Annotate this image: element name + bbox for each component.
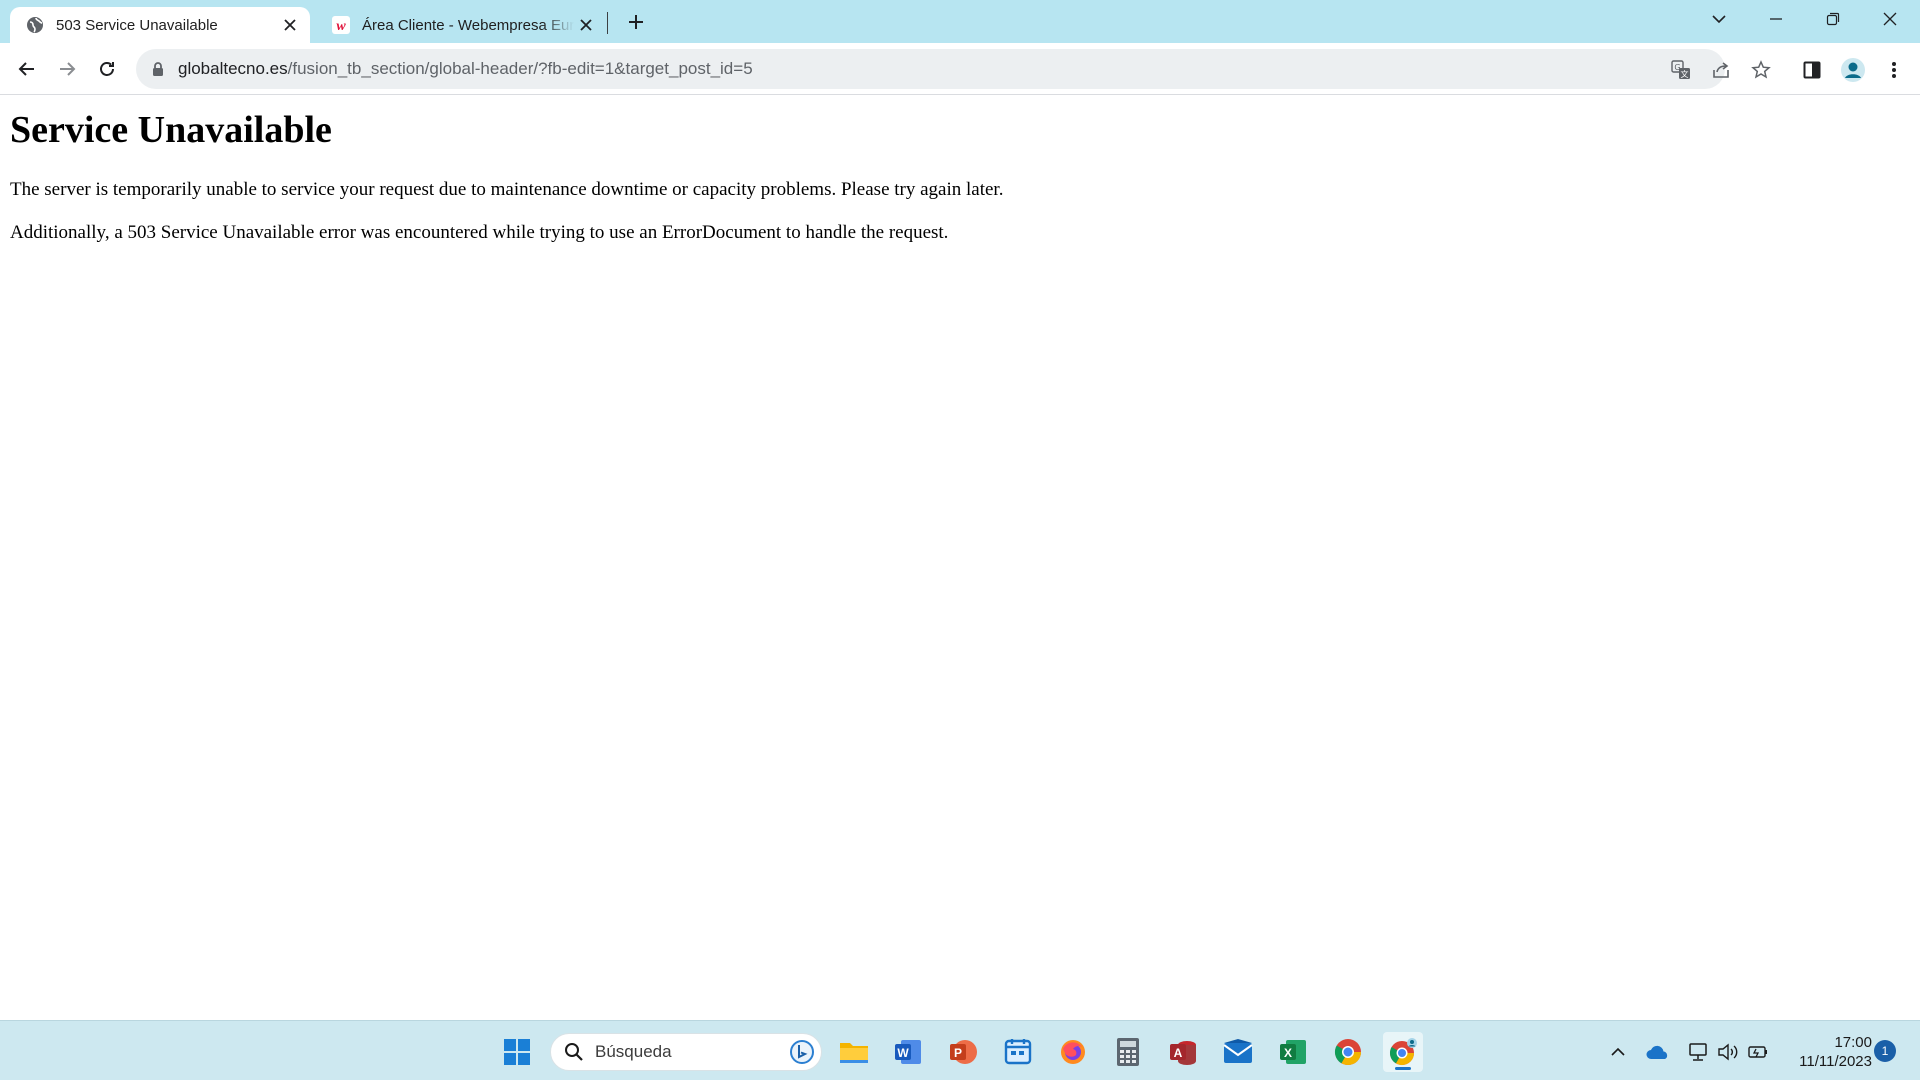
address-bar[interactable]: globaltecno.es/fusion_tb_section/global-… xyxy=(136,49,1771,89)
clock-time: 17:00 xyxy=(1834,1034,1872,1051)
tab-503-service-unavailable[interactable]: 503 Service Unavailable xyxy=(10,7,310,43)
minimize-button[interactable] xyxy=(1756,2,1796,36)
chrome-profile-button[interactable] xyxy=(1383,1032,1423,1072)
forward-button[interactable] xyxy=(51,53,83,85)
access-icon: A xyxy=(1170,1041,1196,1065)
tab-title: 503 Service Unavailable xyxy=(56,16,218,34)
tab-title: Área Cliente - Webempresa Europa xyxy=(362,16,574,34)
outlook-calendar-icon xyxy=(1004,1039,1032,1065)
close-window-button[interactable] xyxy=(1870,2,1910,36)
show-hidden-icons-button[interactable] xyxy=(1605,1039,1631,1065)
bing-icon[interactable] xyxy=(787,1037,817,1067)
start-button[interactable] xyxy=(497,1032,537,1072)
restore-icon xyxy=(1826,12,1840,26)
firefox-button[interactable] xyxy=(1053,1032,1093,1072)
word-icon: W xyxy=(895,1040,921,1064)
reload-icon xyxy=(100,62,114,76)
powerpoint-icon: P xyxy=(950,1040,977,1064)
calendar-app-button[interactable] xyxy=(998,1032,1038,1072)
svg-text:P: P xyxy=(954,1046,962,1060)
profile-avatar-icon[interactable] xyxy=(1838,55,1868,85)
error-message-paragraph: The server is temporarily unable to serv… xyxy=(10,179,1004,200)
page-heading: Service Unavailable xyxy=(10,109,332,151)
tab-search-button[interactable] xyxy=(1699,2,1739,36)
back-arrow-icon xyxy=(18,62,34,76)
windows-taskbar: Búsqueda W P A X 17:00 11/11/2023 1 xyxy=(0,1020,1920,1080)
plus-icon xyxy=(629,15,643,29)
active-app-indicator xyxy=(1395,1067,1411,1070)
url-text[interactable]: globaltecno.es/fusion_tb_section/global-… xyxy=(178,59,753,79)
tab-area-cliente-webempresa[interactable]: w Área Cliente - Webempresa Europa xyxy=(316,7,606,43)
word-button[interactable]: W xyxy=(888,1032,928,1072)
browser-tabstrip: 503 Service Unavailable w Área Cliente -… xyxy=(0,0,1920,43)
new-tab-button[interactable] xyxy=(622,8,650,36)
minimize-icon xyxy=(1770,18,1782,20)
battery-charging-icon xyxy=(1748,1046,1767,1058)
file-explorer-icon xyxy=(840,1043,868,1063)
share-icon[interactable] xyxy=(1708,57,1734,83)
url-path: /fusion_tb_section/global-header/?fb-edi… xyxy=(287,59,753,78)
svg-text:w: w xyxy=(336,19,346,34)
file-explorer-button[interactable] xyxy=(834,1032,874,1072)
powerpoint-button[interactable]: P xyxy=(943,1032,983,1072)
browser-toolbar: globaltecno.es/fusion_tb_section/global-… xyxy=(0,43,1920,95)
battery-button[interactable] xyxy=(1745,1039,1771,1065)
chrome-icon xyxy=(1334,1039,1362,1066)
chrome-profile-icon xyxy=(1389,1038,1417,1066)
error-document-paragraph: Additionally, a 503 Service Unavailable … xyxy=(10,222,949,243)
clock-date: 11/11/2023 xyxy=(1799,1053,1872,1070)
svg-text:W: W xyxy=(897,1046,909,1060)
reload-button[interactable] xyxy=(91,53,123,85)
notification-badge[interactable]: 1 xyxy=(1874,1040,1896,1062)
mail-icon xyxy=(1223,1039,1253,1063)
excel-icon: X xyxy=(1280,1040,1306,1064)
lock-icon[interactable] xyxy=(150,61,166,77)
tab-separator xyxy=(607,12,608,34)
taskbar-search[interactable]: Búsqueda xyxy=(550,1033,822,1071)
close-icon xyxy=(1883,12,1897,26)
calculator-icon xyxy=(1117,1038,1139,1066)
calculator-button[interactable] xyxy=(1108,1032,1148,1072)
back-button[interactable] xyxy=(11,53,43,85)
svg-text:文: 文 xyxy=(1681,69,1689,79)
volume-icon xyxy=(1718,1043,1738,1061)
onedrive-button[interactable] xyxy=(1645,1039,1671,1065)
restore-button[interactable] xyxy=(1813,2,1853,36)
network-button[interactable] xyxy=(1685,1039,1711,1065)
menu-kebab-icon[interactable] xyxy=(1879,55,1909,85)
onedrive-cloud-icon xyxy=(1646,1045,1668,1059)
firefox-icon xyxy=(1061,1040,1085,1064)
globe-icon xyxy=(26,16,44,34)
url-host: globaltecno.es xyxy=(178,59,288,78)
translate-icon[interactable]: G文 xyxy=(1668,57,1694,83)
webempresa-logo-icon: w xyxy=(332,16,350,34)
volume-button[interactable] xyxy=(1715,1039,1741,1065)
side-panel-icon[interactable] xyxy=(1797,55,1827,85)
tab-close-icon[interactable] xyxy=(278,13,302,37)
windows-start-icon xyxy=(504,1039,530,1065)
tab-close-icon[interactable] xyxy=(574,13,598,37)
excel-button[interactable]: X xyxy=(1273,1032,1313,1072)
svg-text:A: A xyxy=(1174,1046,1183,1060)
chrome-button[interactable] xyxy=(1328,1032,1368,1072)
svg-text:X: X xyxy=(1284,1046,1292,1060)
mail-button[interactable] xyxy=(1218,1032,1258,1072)
search-icon xyxy=(563,1041,585,1063)
forward-arrow-icon xyxy=(60,62,76,76)
chevron-up-icon xyxy=(1611,1047,1625,1056)
access-button[interactable]: A xyxy=(1163,1032,1203,1072)
chevron-down-icon xyxy=(1712,15,1726,24)
bookmark-star-icon[interactable] xyxy=(1748,57,1774,83)
search-placeholder: Búsqueda xyxy=(595,1042,672,1061)
network-icon xyxy=(1689,1043,1707,1061)
clock[interactable]: 17:00 11/11/2023 xyxy=(1780,1033,1872,1071)
page-content: Service Unavailable The server is tempor… xyxy=(0,96,1920,1020)
